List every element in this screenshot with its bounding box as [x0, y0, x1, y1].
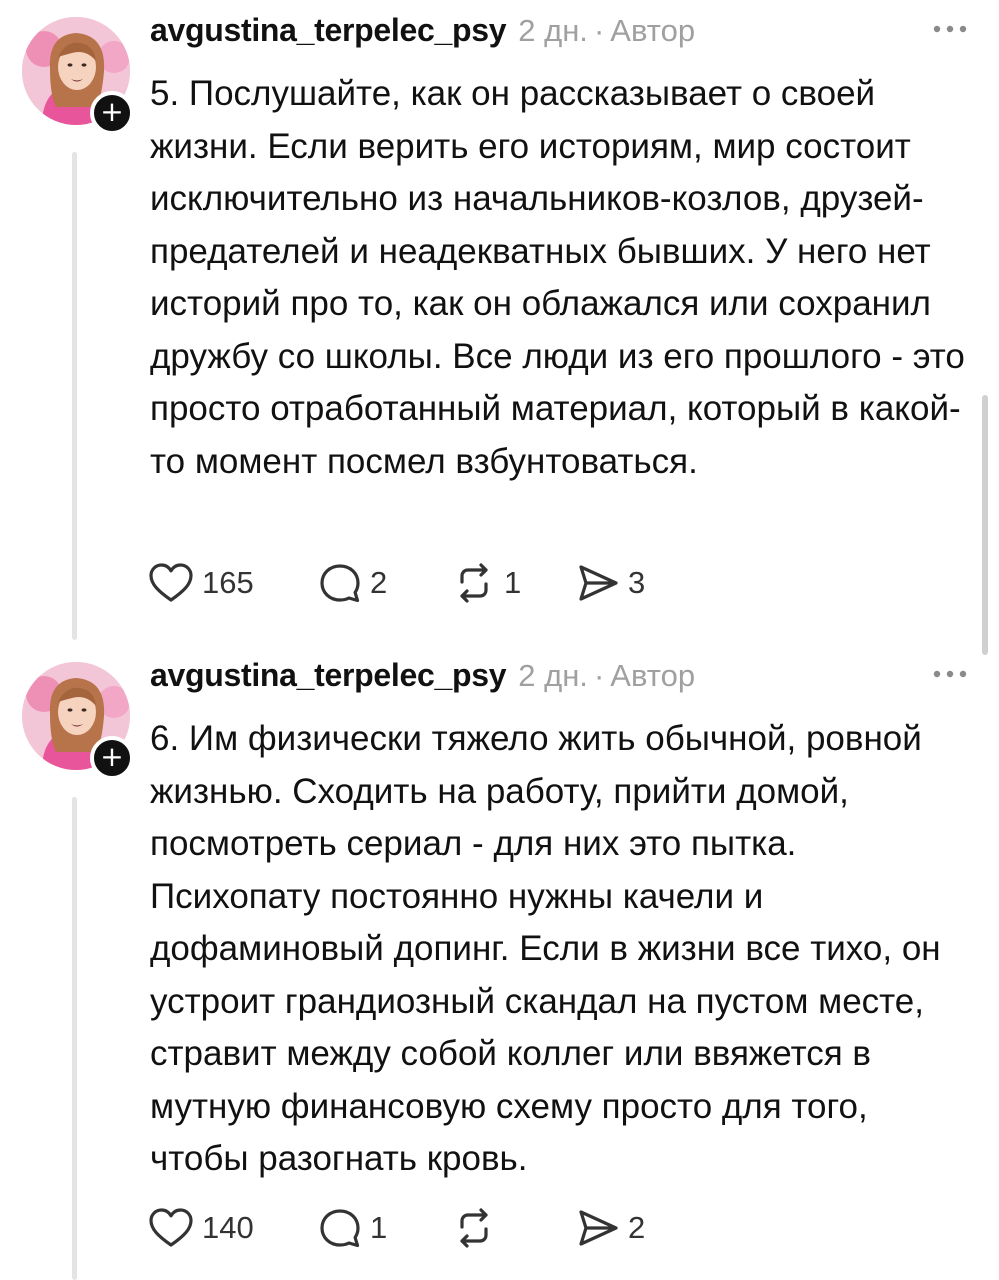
post: + avgustina_terpelec_psy 2 дн. · Автор 6…: [0, 645, 999, 1280]
more-horizontal-icon: [933, 670, 967, 678]
send-icon: [579, 565, 618, 601]
username[interactable]: avgustina_terpelec_psy: [150, 657, 507, 694]
plus-icon: +: [100, 95, 124, 128]
post-header: avgustina_terpelec_psy 2 дн. · Автор: [150, 657, 695, 703]
comment-icon: [320, 1209, 360, 1248]
follow-button[interactable]: +: [90, 91, 134, 135]
separator: ·: [593, 13, 605, 48]
like-count: 140: [202, 1210, 254, 1245]
comment-icon: [320, 564, 360, 603]
reply-button[interactable]: 1: [318, 1207, 452, 1249]
timestamp: 2 дн.: [518, 13, 588, 48]
like-button[interactable]: 140: [148, 1207, 318, 1249]
reply-count: 1: [370, 1210, 388, 1245]
author-label: Автор: [610, 658, 696, 693]
thread-line: [72, 797, 77, 1280]
username[interactable]: avgustina_terpelec_psy: [150, 12, 507, 49]
plus-icon: +: [100, 740, 124, 773]
share-button[interactable]: 2: [576, 1207, 696, 1249]
timestamp: 2 дн.: [518, 658, 588, 693]
scrollbar[interactable]: [982, 395, 988, 655]
reply-count: 2: [370, 565, 388, 600]
like-button[interactable]: 165: [148, 562, 318, 604]
send-icon: [579, 1210, 618, 1246]
more-options-button[interactable]: [931, 659, 969, 689]
heart-icon: [149, 563, 193, 602]
repost-count: 1: [504, 565, 522, 600]
action-bar: 165 2 1 3: [148, 558, 696, 608]
more-horizontal-icon: [933, 25, 967, 33]
share-count: 2: [628, 1210, 646, 1245]
post: + avgustina_terpelec_psy 2 дн. · Автор 5…: [0, 0, 999, 645]
action-bar: 140 1 2: [148, 1203, 696, 1253]
reply-button[interactable]: 2: [318, 562, 452, 604]
separator: ·: [593, 658, 605, 693]
repost-icon: [460, 1208, 488, 1248]
like-count: 165: [202, 565, 254, 600]
post-text: 5. Послушайте, как он рассказывает о сво…: [150, 74, 965, 481]
follow-button[interactable]: +: [90, 736, 134, 780]
share-count: 3: [628, 565, 646, 600]
post-header: avgustina_terpelec_psy 2 дн. · Автор: [150, 12, 695, 58]
repost-button[interactable]: [452, 1207, 576, 1249]
repost-icon: [460, 563, 488, 603]
more-options-button[interactable]: [931, 14, 969, 44]
heart-icon: [149, 1208, 193, 1247]
share-button[interactable]: 3: [576, 562, 696, 604]
post-text: 6. Им физически тяжело жить обычной, ров…: [150, 719, 941, 1178]
repost-button[interactable]: 1: [452, 562, 576, 604]
author-label: Автор: [610, 13, 696, 48]
thread-line: [72, 152, 77, 640]
